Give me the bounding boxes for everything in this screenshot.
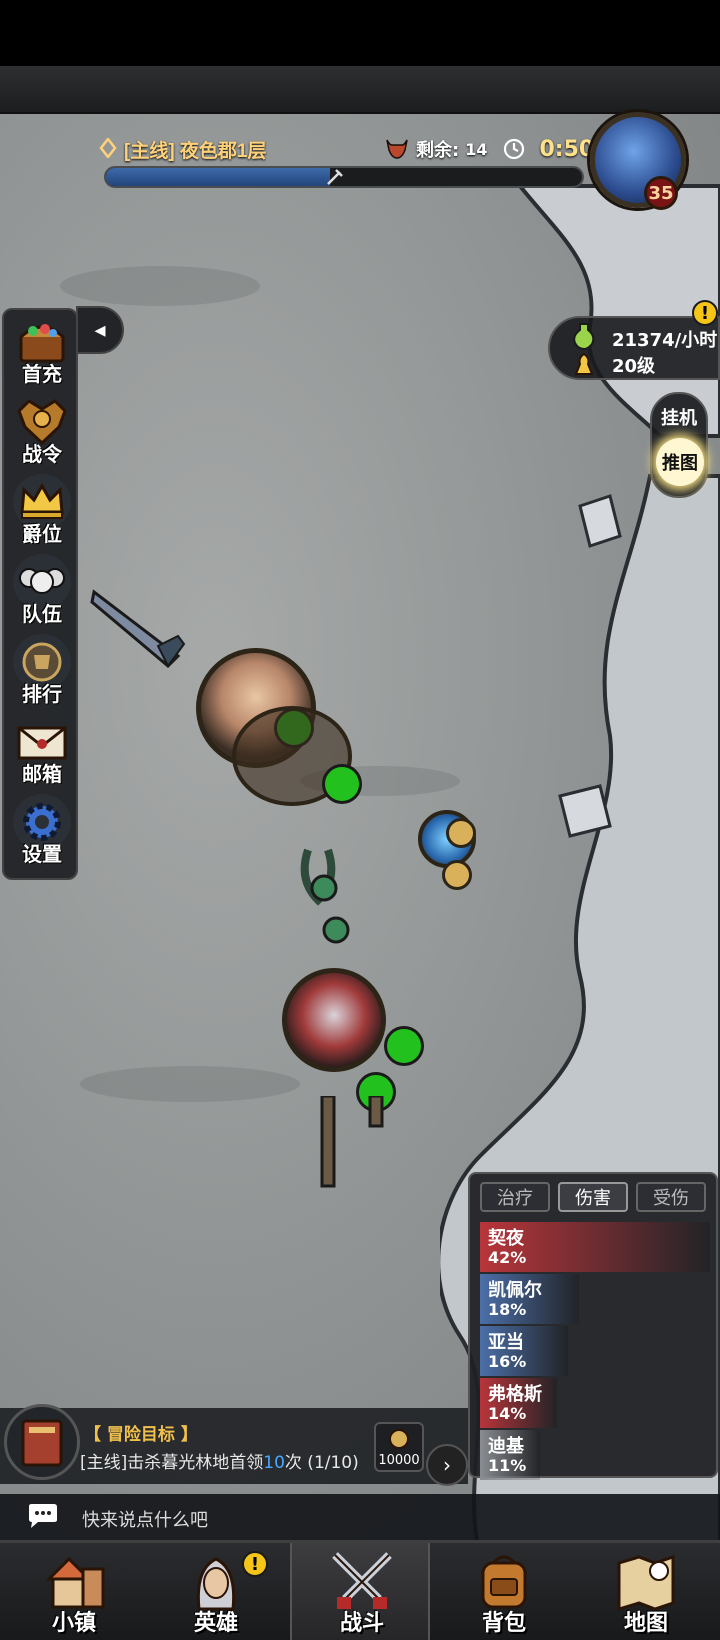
map-icon <box>617 1554 675 1612</box>
menu-battle-pass[interactable]: 战令 <box>4 394 80 472</box>
damage-row: 弗格斯 14% <box>480 1378 710 1428</box>
menu-mail[interactable]: 邮箱 <box>4 714 80 792</box>
mode-idle-button[interactable]: 挂机 <box>652 404 706 430</box>
nav-backpack[interactable]: 背包 <box>434 1543 574 1640</box>
hero-hp-indicator <box>384 1026 424 1066</box>
bottom-nav: 小镇 英雄 ! 战斗 背包 地图 <box>0 1540 720 1640</box>
clock-icon <box>504 138 525 160</box>
backpack-icon <box>481 1555 527 1609</box>
coin-icon <box>446 818 476 848</box>
nav-map[interactable]: 地图 <box>576 1543 716 1640</box>
damage-row: 契夜 42% <box>480 1222 710 1272</box>
hero-name: 弗格斯 <box>488 1384 542 1405</box>
menu-label: 首充 <box>22 362 62 386</box>
side-menu: 首充 战令 爵位 队伍 排行 邮箱 设置 <box>2 308 78 880</box>
staff-handle-icon <box>320 1096 384 1188</box>
gold-coin-icon <box>389 1429 409 1449</box>
nav-label: 英雄 <box>193 1611 238 1636</box>
progress-sword-icon <box>326 169 343 185</box>
damage-percent: 18% <box>488 1300 527 1319</box>
location-pin-icon <box>99 138 117 158</box>
staff-weapon-icon <box>300 848 350 944</box>
damage-stats-panel: 治疗 伤害 受伤 契夜 42% 凯佩尔 18% 亚当 16% 弗格斯 14% 迪基 11% <box>468 1172 718 1480</box>
boss-level-badge: 35 <box>644 176 678 210</box>
quest-title: 【 冒险目标 】 <box>84 1425 198 1445</box>
damage-row: 凯佩尔 18% <box>480 1274 710 1324</box>
hero-name: 凯佩尔 <box>488 1280 542 1301</box>
income-rate: 21374/小时 <box>612 330 718 351</box>
hero-hp-indicator <box>322 764 362 804</box>
income-level: 20级 <box>612 356 656 377</box>
nav-heroes[interactable]: 英雄 ! <box>146 1543 286 1640</box>
hero-name: 迪基 <box>488 1436 524 1457</box>
damage-percent: 11% <box>488 1456 527 1475</box>
chat-bubble-icon <box>29 1504 57 1528</box>
stage-progress-bar <box>104 166 584 188</box>
menu-settings[interactable]: 设置 <box>4 794 80 872</box>
mode-toggle: 挂机 推图 <box>650 392 708 498</box>
nav-battle[interactable]: 战斗 <box>290 1543 430 1640</box>
damage-percent: 14% <box>488 1404 527 1423</box>
remaining-label: 剩余: <box>416 140 460 161</box>
sword-weapon-icon <box>90 589 186 669</box>
menu-label: 邮箱 <box>22 762 62 786</box>
bull-icon <box>386 139 408 159</box>
tab-damage-taken[interactable]: 受伤 <box>636 1182 706 1212</box>
chat-input[interactable]: 快来说点什么吧 <box>82 1506 208 1532</box>
nav-label: 地图 <box>623 1611 668 1636</box>
menu-team[interactable]: 队伍 <box>4 554 80 632</box>
collapse-menu-button[interactable]: ◂ <box>76 306 124 354</box>
remaining-count: 14 <box>465 139 488 159</box>
quest-reward-value: 10000 <box>378 1453 420 1468</box>
stage-timer: 0:50 <box>539 136 595 162</box>
top-bar <box>0 66 720 114</box>
damage-percent: 42% <box>488 1248 527 1267</box>
quest-reward[interactable]: 10000 <box>374 1422 424 1472</box>
enemies-remaining: 剩余: 14 0:50 <box>384 136 594 162</box>
stage-bar: [主线] 夜色郡1层 剩余: 14 0:50 <box>96 128 616 200</box>
quest-book-icon[interactable] <box>4 1404 80 1480</box>
gold-statue-icon <box>574 352 594 375</box>
menu-ranking[interactable]: 排行 <box>4 634 80 712</box>
expand-panel-button[interactable]: › <box>426 1444 468 1486</box>
menu-label: 爵位 <box>22 522 62 546</box>
menu-first-recharge[interactable]: 首充 <box>4 314 80 392</box>
status-bar <box>0 0 720 66</box>
damage-row: 迪基 11% <box>480 1430 710 1480</box>
hero-name: 契夜 <box>488 1228 524 1249</box>
stage-progress-fill <box>106 168 330 186</box>
menu-label: 战令 <box>22 442 62 466</box>
menu-label: 设置 <box>22 842 62 866</box>
menu-label: 排行 <box>22 682 62 706</box>
chat-bar[interactable]: 快来说点什么吧 <box>0 1494 720 1540</box>
tab-healing[interactable]: 治疗 <box>480 1182 550 1212</box>
stage-label: [主线] 夜色郡1层 <box>124 141 267 162</box>
town-icon <box>45 1556 105 1609</box>
battle-icon <box>332 1552 392 1609</box>
hero-name: 亚当 <box>488 1332 524 1353</box>
mode-push-button[interactable]: 推图 <box>656 438 704 486</box>
nav-label: 背包 <box>481 1611 526 1636</box>
quest-description: [主线]击杀暮光林地首领10次 (1/10) <box>80 1453 359 1473</box>
nav-label: 小镇 <box>51 1611 96 1636</box>
damage-row: 亚当 16% <box>480 1326 710 1376</box>
exp-potion-icon <box>573 323 595 350</box>
damage-percent: 16% <box>488 1352 527 1371</box>
idle-income-panel[interactable]: 21374/小时 20级 <box>548 316 720 380</box>
menu-nobility[interactable]: 爵位 <box>4 474 80 552</box>
coin-icon <box>442 860 472 890</box>
hero-portrait-3[interactable] <box>282 968 386 1072</box>
menu-label: 队伍 <box>22 602 62 626</box>
nav-label: 战斗 <box>339 1611 384 1636</box>
hero-icon <box>196 1557 236 1611</box>
nav-town[interactable]: 小镇 <box>4 1543 144 1640</box>
heroes-alert-badge: ! <box>242 1551 268 1577</box>
income-alert-badge: ! <box>692 300 718 326</box>
tab-damage[interactable]: 伤害 <box>558 1182 628 1212</box>
